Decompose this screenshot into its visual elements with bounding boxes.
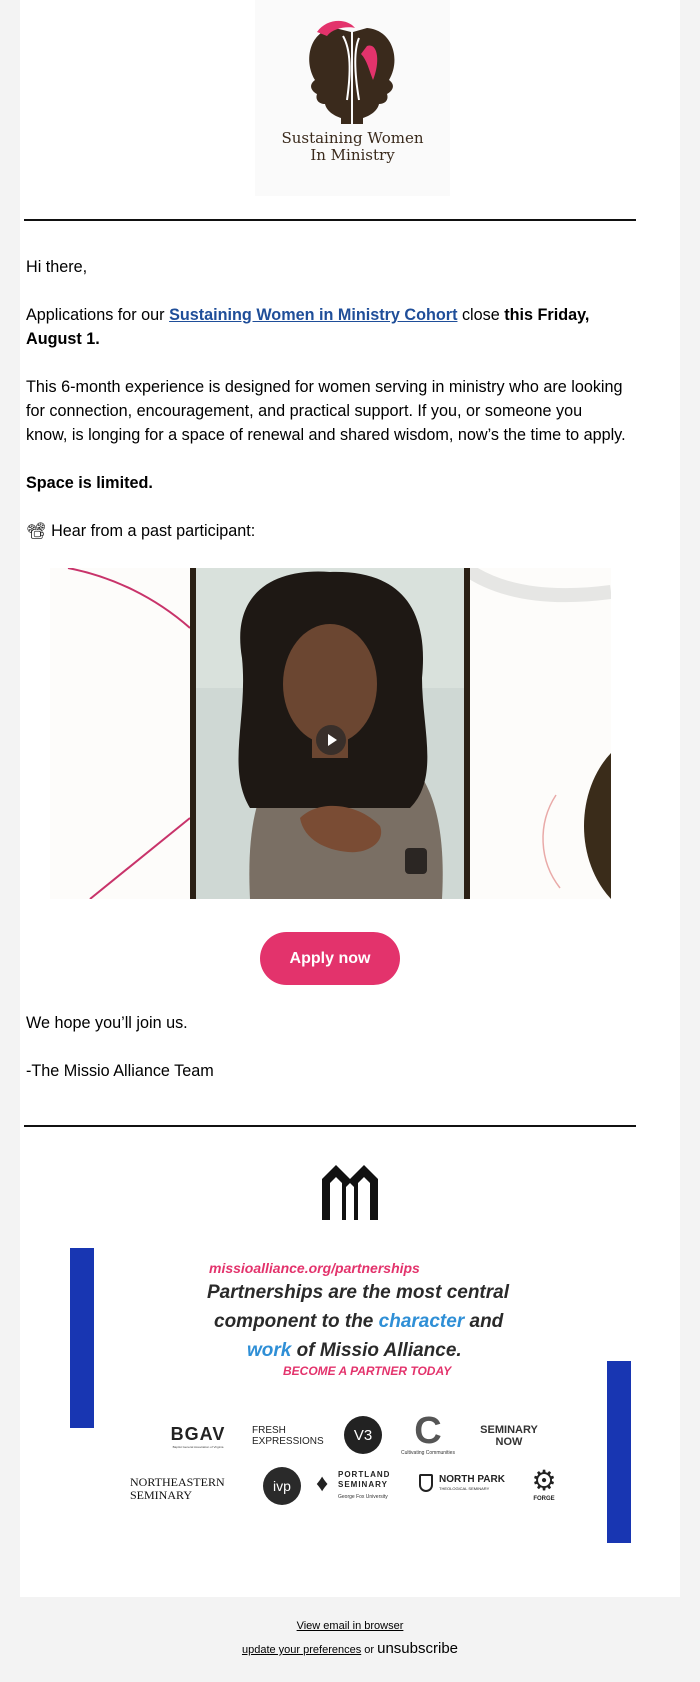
v3-logo: V3 <box>344 1416 382 1454</box>
forge-logo: ⚙ FORGE <box>524 1465 564 1503</box>
partnerships-banner[interactable]: missioalliance.org/partnerships Partners… <box>50 1248 631 1543</box>
gear-icon: ⚙ <box>531 1465 557 1496</box>
apply-now-button[interactable]: Apply now <box>260 932 400 985</box>
partnerships-line2: component to the character and <box>214 1311 503 1333</box>
logo-text-line1: Sustaining Women <box>281 129 424 147</box>
northeastern-seminary-logo: NORTHEASTERN SEMINARY <box>130 1475 225 1502</box>
update-preferences-link[interactable]: update your preferences <box>242 1644 361 1656</box>
women-profiles-icon <box>309 20 395 124</box>
play-button[interactable] <box>316 725 346 755</box>
space-limited-text: Space is limited. <box>26 474 153 492</box>
applications-paragraph: Applications for our Sustaining Women in… <box>26 303 626 351</box>
partnerships-line1: Partnerships are the most central <box>207 1282 509 1303</box>
bgav-logo: BGAV Baptist General Association of Virg… <box>170 1424 226 1449</box>
p1-prefix: Applications for our <box>26 306 170 324</box>
play-icon <box>328 734 337 746</box>
fresh-expressions-logo: FRESH EXPRESSIONS <box>252 1425 324 1447</box>
seminary-now-logo: SEMINARY NOW <box>480 1424 538 1448</box>
footer-or: or <box>361 1644 378 1656</box>
divider-bottom <box>24 1125 636 1127</box>
description-paragraph: This 6-month experience is designed for … <box>26 378 626 444</box>
hear-text: Hear from a past participant: <box>51 522 256 540</box>
closing-text: We hope you’ll join us. <box>26 1014 188 1032</box>
partnerships-url: missioalliance.org/partnerships <box>209 1260 420 1276</box>
sustaining-women-logo: Sustaining Women In Ministry <box>255 0 450 196</box>
hear-from-participant: 📽 Hear from a past participant: <box>26 519 626 543</box>
blue-bar-right <box>607 1361 631 1543</box>
view-in-browser-link[interactable]: View email in browser <box>297 1620 404 1632</box>
p1-mid: close <box>457 306 505 324</box>
footer-line2: update your preferences or unsubscribe <box>0 1640 700 1657</box>
logo-text-line2: In Ministry <box>310 146 395 164</box>
greeting: Hi there, <box>26 258 88 276</box>
ivp-logo: ivp <box>263 1467 301 1505</box>
missio-alliance-logo-icon <box>322 1165 378 1220</box>
become-partner-cta: BECOME A PARTNER TODAY <box>283 1364 452 1378</box>
line2-a: component to the <box>214 1311 379 1332</box>
line2-c: and <box>464 1311 504 1332</box>
cohort-link[interactable]: Sustaining Women in Ministry Cohort <box>169 306 457 324</box>
line3-b: of Missio Alliance. <box>291 1340 462 1361</box>
unsubscribe-link[interactable]: unsubscribe <box>377 1640 458 1657</box>
partnerships-line3: work of Missio Alliance. <box>247 1340 462 1362</box>
work-word: work <box>247 1340 292 1361</box>
character-word: character <box>378 1311 465 1332</box>
signature-text: -The Missio Alliance Team <box>26 1062 214 1080</box>
film-projector-icon: 📽 <box>26 522 47 540</box>
flame-icon: ♦ <box>316 1470 329 1497</box>
shield-icon <box>419 1474 433 1492</box>
cultivating-communities-logo: C Cultivating Communities <box>401 1410 455 1456</box>
blue-bar-left <box>70 1248 94 1428</box>
divider-top <box>24 219 636 221</box>
footer-line1: View email in browser <box>0 1620 700 1632</box>
video-thumbnail[interactable] <box>50 568 611 899</box>
